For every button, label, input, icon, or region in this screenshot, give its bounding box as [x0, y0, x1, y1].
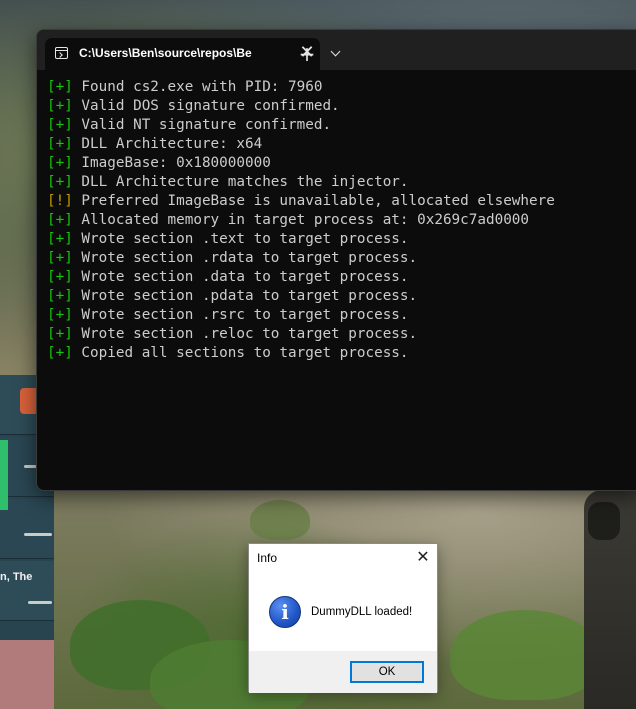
success-tag: [+]	[47, 212, 73, 228]
inventory-slot-pink	[0, 640, 54, 709]
new-tab-button[interactable]: +	[295, 43, 319, 67]
inventory-slot[interactable]	[0, 499, 54, 559]
success-tag: [+]	[47, 269, 73, 285]
success-tag: [+]	[47, 307, 73, 323]
terminal-line-text: Valid NT signature confirmed.	[72, 117, 332, 133]
warning-tag: [!]	[47, 193, 73, 209]
terminal-line: [+] Wrote section .rdata to target proce…	[47, 249, 636, 268]
plant-foliage	[250, 500, 310, 540]
terminal-line-text: Valid DOS signature confirmed.	[72, 98, 340, 114]
terminal-line: [+] Found cs2.exe with PID: 7960	[47, 78, 636, 97]
ok-button[interactable]: OK	[350, 661, 424, 683]
weapon-icon	[28, 601, 52, 604]
success-tag: [+]	[47, 288, 73, 304]
terminal-line: [+] DLL Architecture: x64	[47, 135, 636, 154]
terminal-line: [+] Valid NT signature confirmed.	[47, 116, 636, 135]
terminal-line: [+] Valid DOS signature confirmed.	[47, 97, 636, 116]
terminal-line: [+] Copied all sections to target proces…	[47, 344, 636, 363]
terminal-icon	[55, 47, 68, 59]
dialog-title: Info	[257, 551, 278, 565]
terminal-line: [+] Wrote section .pdata to target proce…	[47, 287, 636, 306]
terminal-line-text: Wrote section .data to target process.	[72, 269, 409, 285]
terminal-titlebar[interactable]: C:\Users\Ben\source\repos\Be ✕ +	[37, 30, 636, 70]
terminal-line: [+] ImageBase: 0x180000000	[47, 154, 636, 173]
terminal-line-text: Wrote section .rsrc to target process.	[72, 307, 409, 323]
inventory-rarity-bar	[0, 440, 8, 510]
terminal-line: [!] Preferred ImageBase is unavailable, …	[47, 192, 636, 211]
terminal-line-text: Wrote section .reloc to target process.	[72, 326, 418, 342]
weapon-icon	[24, 533, 52, 536]
terminal-tab[interactable]: C:\Users\Ben\source\repos\Be ✕	[45, 38, 320, 70]
success-tag: [+]	[47, 117, 73, 133]
success-tag: [+]	[47, 250, 73, 266]
terminal-line-text: Wrote section .text to target process.	[72, 231, 409, 247]
success-tag: [+]	[47, 174, 73, 190]
terminal-line-text: DLL Architecture: x64	[72, 136, 263, 152]
dialog-message: DummyDLL loaded!	[311, 606, 413, 618]
chevron-down-icon[interactable]	[327, 44, 345, 64]
terminal-line: [+] Wrote section .reloc to target proce…	[47, 325, 636, 344]
tab-title: C:\Users\Ben\source\repos\Be	[79, 46, 252, 60]
terminal-line: [+] Wrote section .rsrc to target proces…	[47, 306, 636, 325]
terminal-line: [+] Wrote section .data to target proces…	[47, 268, 636, 287]
success-tag: [+]	[47, 155, 73, 171]
dialog-titlebar[interactable]: Info ✕	[249, 544, 437, 573]
terminal-line-text: ImageBase: 0x180000000	[72, 155, 271, 171]
success-tag: [+]	[47, 136, 73, 152]
terminal-line-text: Found cs2.exe with PID: 7960	[72, 79, 323, 95]
success-tag: [+]	[47, 345, 73, 361]
terminal-line-text: Preferred ImageBase is unavailable, allo…	[72, 193, 555, 209]
info-dialog: Info ✕ i DummyDLL loaded! OK	[248, 543, 438, 693]
inventory-slot[interactable]	[0, 561, 54, 621]
inventory-item-label: n, The	[0, 571, 33, 583]
terminal-line: [+] DLL Architecture matches the injecto…	[47, 173, 636, 192]
dialog-content: i DummyDLL loaded!	[249, 573, 437, 651]
terminal-line: [+] Allocated memory in target process a…	[47, 211, 636, 230]
terminal-line-text: Copied all sections to target process.	[72, 345, 409, 361]
terminal-line-text: Allocated memory in target process at: 0…	[72, 212, 530, 228]
success-tag: [+]	[47, 326, 73, 342]
terminal-line-text: Wrote section .rdata to target process.	[72, 250, 418, 266]
plant-foliage	[450, 610, 600, 700]
success-tag: [+]	[47, 98, 73, 114]
success-tag: [+]	[47, 231, 73, 247]
terminal-window: C:\Users\Ben\source\repos\Be ✕ + [+] Fou…	[36, 29, 636, 491]
player-knee-pad	[588, 502, 620, 540]
dialog-footer: OK	[249, 651, 437, 693]
terminal-line-text: Wrote section .pdata to target process.	[72, 288, 418, 304]
terminal-line-text: DLL Architecture matches the injector.	[72, 174, 409, 190]
success-tag: [+]	[47, 79, 73, 95]
dialog-close-button[interactable]: ✕	[413, 548, 433, 568]
terminal-output[interactable]: [+] Found cs2.exe with PID: 7960 [+] Vali…	[47, 78, 636, 363]
info-icon: i	[269, 596, 301, 628]
terminal-line: [+] Wrote section .text to target proces…	[47, 230, 636, 249]
